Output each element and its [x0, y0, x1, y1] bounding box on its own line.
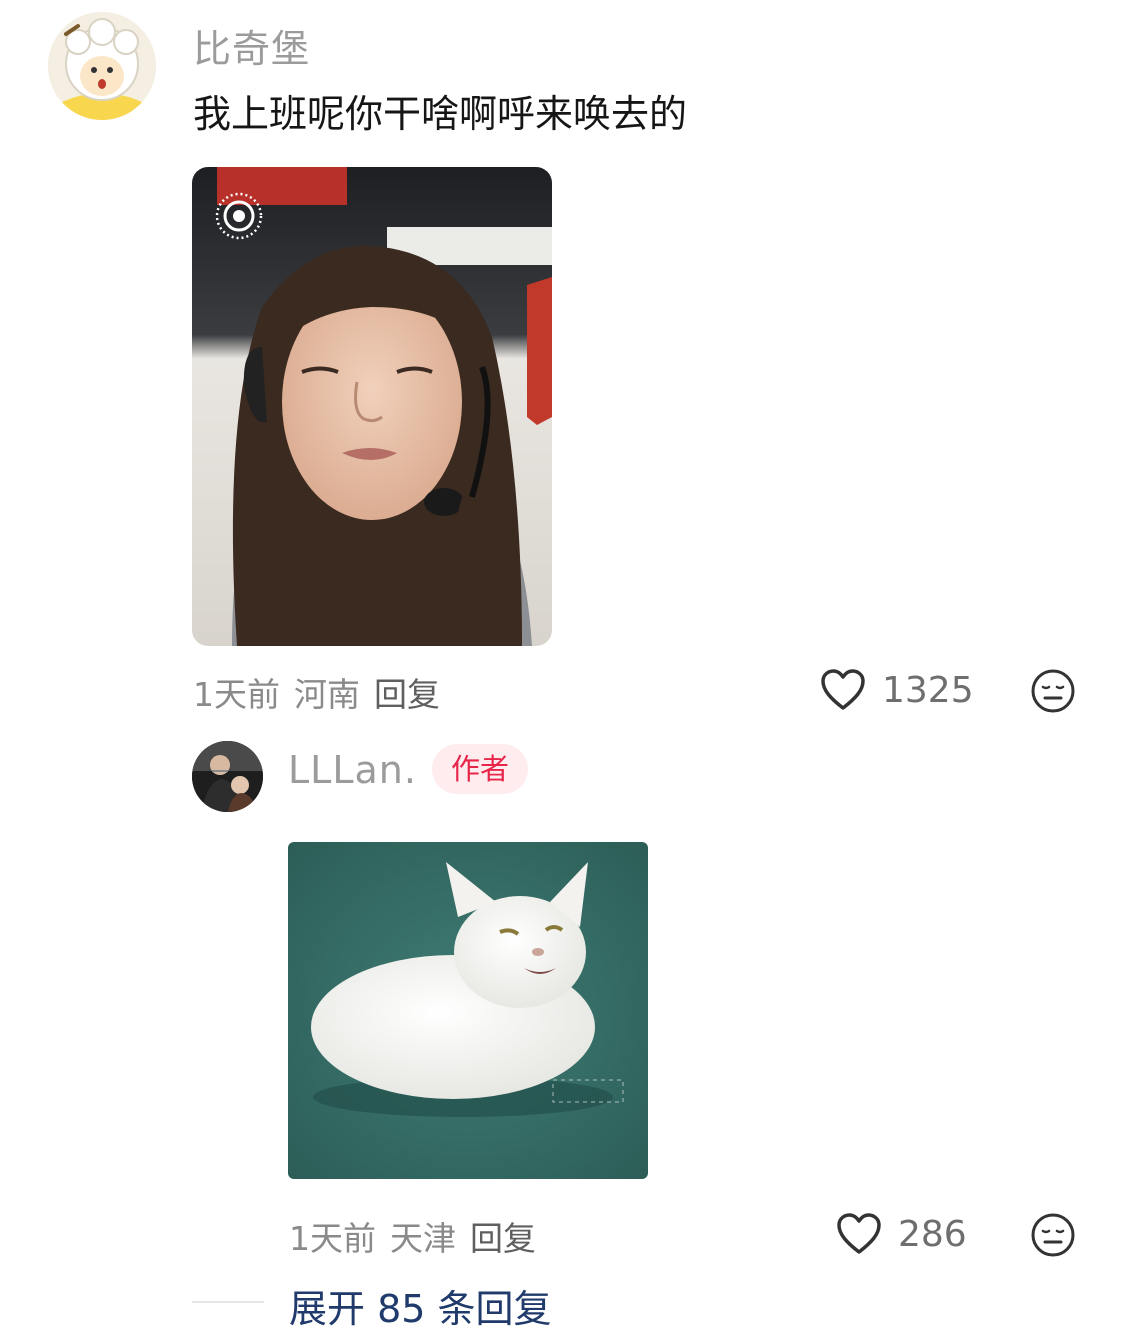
comment2-reply-button[interactable]: 回复 — [470, 1219, 536, 1258]
emoji-face-icon[interactable] — [1030, 668, 1076, 718]
comment1-reply-button[interactable]: 回复 — [374, 675, 440, 714]
comment2-like-count: 286 — [898, 1214, 967, 1255]
heart-icon[interactable] — [836, 1212, 882, 1260]
expand-divider — [192, 1301, 264, 1303]
sheep-avatar-illustration — [48, 12, 156, 120]
avatar-lllan[interactable] — [192, 741, 263, 812]
comment1-text: 我上班呢你干啥啊呼来唤去的 — [193, 92, 688, 136]
comment1-username[interactable]: 比奇堡 — [193, 18, 310, 73]
author-avatar-illustration — [192, 741, 263, 812]
comment2-username[interactable]: LLLan. — [288, 748, 417, 792]
comment1-location: 河南 — [294, 675, 360, 714]
comment1-like-count: 1325 — [882, 670, 974, 711]
author-badge: 作者 — [432, 744, 528, 794]
heart-icon[interactable] — [820, 668, 866, 716]
comment1-live-photo[interactable] — [192, 167, 552, 646]
comment1-meta: 1天前 河南 回复 — [193, 668, 454, 716]
expand-replies-button[interactable]: 展开 85 条回复 — [289, 1278, 552, 1333]
cat-meme-illustration — [288, 842, 648, 1179]
comment2-image[interactable] — [288, 842, 648, 1179]
comment1-time: 1天前 — [193, 675, 280, 714]
avatar-bikini-bottom[interactable] — [48, 12, 156, 120]
emoji-face-icon[interactable] — [1030, 1212, 1076, 1262]
comment2-meta: 1天前 天津 回复 — [289, 1212, 550, 1260]
comment2-location: 天津 — [390, 1219, 456, 1258]
live-photo-icon[interactable] — [214, 191, 264, 245]
comment2-time: 1天前 — [289, 1219, 376, 1258]
